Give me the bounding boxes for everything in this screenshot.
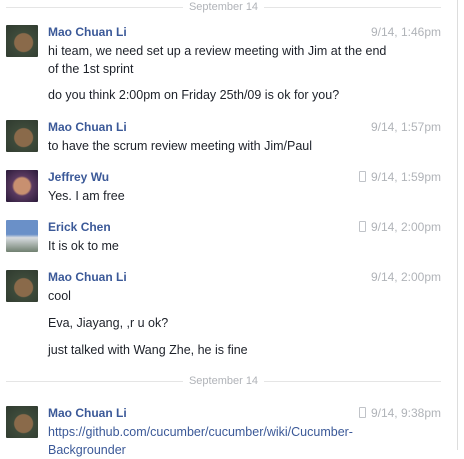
avatar[interactable] — [6, 270, 38, 302]
message-text: cool — [48, 289, 71, 303]
message-text: to have the scrum review meeting with Ji… — [48, 139, 312, 153]
avatar[interactable] — [6, 406, 38, 438]
timestamp-text: 9/14, 2:00pm — [370, 220, 441, 234]
date-divider: September 14 — [6, 0, 442, 14]
timestamp-text: 9/14, 1:46pm — [370, 25, 441, 39]
mobile-phone-icon — [358, 171, 366, 182]
avatar[interactable] — [6, 220, 38, 252]
timestamp: 9/14, 1:57pm — [371, 120, 441, 134]
avatar[interactable] — [6, 120, 38, 152]
avatar[interactable] — [6, 170, 38, 202]
timestamp: 9/14, 2:00pm — [371, 270, 441, 284]
message-text: Eva, Jiayang, ,r u ok? — [48, 316, 169, 330]
timestamp-text: 9/14, 1:59pm — [370, 170, 441, 184]
message-text: Yes. I am free — [48, 189, 125, 203]
sender-name[interactable]: Mao Chuan Li — [48, 270, 127, 284]
timestamp-text: 9/14, 1:57pm — [370, 120, 441, 134]
scrollbar-track[interactable] — [457, 0, 458, 450]
mobile-phone-icon — [358, 407, 366, 418]
message-text: just talked with Wang Zhe, he is fine — [48, 343, 248, 357]
message-link[interactable]: https://github.com/cucumber/cucumber/wik… — [48, 423, 378, 459]
timestamp: 9/14, 1:59pm — [358, 170, 441, 184]
message-text: It is ok to me — [48, 239, 119, 253]
message-text: do you think 2:00pm on Friday 25th/09 is… — [48, 88, 340, 102]
date-divider: September 14 — [6, 374, 442, 388]
avatar[interactable] — [6, 25, 38, 57]
sender-name[interactable]: Erick Chen — [48, 220, 111, 234]
timestamp-text: 9/14, 9:38pm — [370, 406, 441, 420]
message-text: hi team, we need set up a review meeting… — [48, 44, 387, 76]
timestamp-text: 9/14, 2:00pm — [370, 270, 441, 284]
sender-name[interactable]: Mao Chuan Li — [48, 120, 127, 134]
sender-name[interactable]: Mao Chuan Li — [48, 406, 127, 420]
mobile-phone-icon — [358, 221, 366, 232]
date-label: September 14 — [188, 375, 259, 387]
date-label: September 14 — [188, 1, 259, 13]
timestamp: 9/14, 2:00pm — [358, 220, 441, 234]
sender-name[interactable]: Jeffrey Wu — [48, 170, 109, 184]
sender-name[interactable]: Mao Chuan Li — [48, 25, 127, 39]
timestamp: 9/14, 1:46pm — [371, 25, 441, 39]
timestamp: 9/14, 9:38pm — [358, 406, 441, 420]
